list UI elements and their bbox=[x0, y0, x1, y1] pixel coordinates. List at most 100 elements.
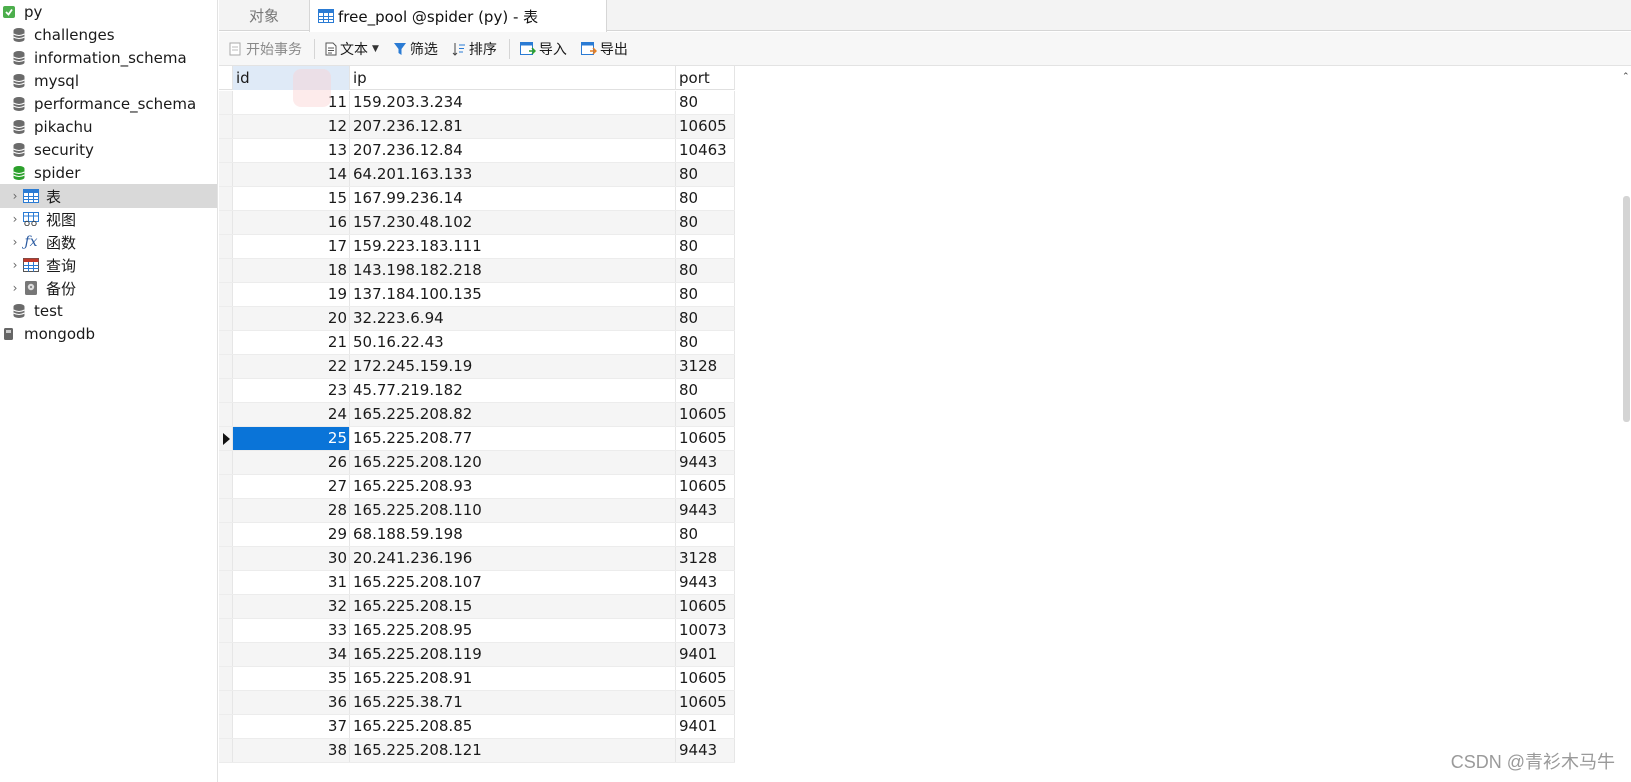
tree-node-backups[interactable]: › 备份 bbox=[0, 276, 217, 300]
cell-id[interactable]: 21 bbox=[233, 331, 350, 354]
row-selector[interactable] bbox=[219, 475, 233, 498]
cell-ip[interactable]: 165.225.208.91 bbox=[350, 667, 676, 690]
cell-port[interactable]: 80 bbox=[676, 283, 735, 306]
table-row[interactable]: 16 157.230.48.102 80 bbox=[219, 211, 735, 235]
cell-port[interactable]: 10605 bbox=[676, 475, 735, 498]
tab-objects[interactable]: 对象 bbox=[219, 0, 309, 31]
tree-connection-py[interactable]: py bbox=[0, 0, 217, 24]
cell-port[interactable]: 80 bbox=[676, 307, 735, 330]
table-row[interactable]: 26 165.225.208.120 9443 bbox=[219, 451, 735, 475]
cell-port[interactable]: 3128 bbox=[676, 547, 735, 570]
table-row[interactable]: 13 207.236.12.84 10463 bbox=[219, 139, 735, 163]
table-row[interactable]: 12 207.236.12.81 10605 bbox=[219, 115, 735, 139]
cell-ip[interactable]: 32.223.6.94 bbox=[350, 307, 676, 330]
cell-id[interactable]: 25 bbox=[233, 427, 350, 450]
tree-connection-mongodb[interactable]: mongodb bbox=[0, 322, 217, 346]
row-selector[interactable] bbox=[219, 187, 233, 210]
row-selector[interactable] bbox=[219, 499, 233, 522]
cell-id[interactable]: 31 bbox=[233, 571, 350, 594]
row-selector[interactable] bbox=[219, 547, 233, 570]
row-selector[interactable] bbox=[219, 427, 233, 450]
cell-id[interactable]: 14 bbox=[233, 163, 350, 186]
tree-node-functions[interactable]: › ƒx 函数 bbox=[0, 230, 217, 254]
chevron-right-icon[interactable]: › bbox=[8, 189, 22, 203]
cell-ip[interactable]: 143.198.182.218 bbox=[350, 259, 676, 282]
table-row[interactable]: 28 165.225.208.110 9443 bbox=[219, 499, 735, 523]
cell-id[interactable]: 28 bbox=[233, 499, 350, 522]
column-header-id[interactable]: id bbox=[233, 66, 350, 90]
cell-port[interactable]: 80 bbox=[676, 235, 735, 258]
sort-button[interactable]: 排序 bbox=[448, 37, 501, 61]
cell-port[interactable]: 10463 bbox=[676, 139, 735, 162]
row-selector[interactable] bbox=[219, 115, 233, 138]
cell-port[interactable]: 10605 bbox=[676, 691, 735, 714]
cell-ip[interactable]: 45.77.219.182 bbox=[350, 379, 676, 402]
text-view-button[interactable]: 文本 ▼ bbox=[321, 37, 383, 61]
cell-ip[interactable]: 165.225.208.120 bbox=[350, 451, 676, 474]
import-button[interactable]: 导入 bbox=[516, 37, 571, 61]
table-row[interactable]: 27 165.225.208.93 10605 bbox=[219, 475, 735, 499]
row-selector[interactable] bbox=[219, 163, 233, 186]
row-selector[interactable] bbox=[219, 739, 233, 762]
tree-db-spider[interactable]: spider bbox=[0, 161, 217, 185]
cell-ip[interactable]: 165.225.208.77 bbox=[350, 427, 676, 450]
table-row[interactable]: 22 172.245.159.19 3128 bbox=[219, 355, 735, 379]
cell-port[interactable]: 10073 bbox=[676, 619, 735, 642]
cell-port[interactable]: 80 bbox=[676, 211, 735, 234]
cell-ip[interactable]: 207.236.12.81 bbox=[350, 115, 676, 138]
cell-port[interactable]: 10605 bbox=[676, 403, 735, 426]
chevron-right-icon[interactable]: › bbox=[8, 212, 22, 226]
column-header-port[interactable]: port bbox=[676, 66, 735, 90]
row-selector[interactable] bbox=[219, 643, 233, 666]
cell-id[interactable]: 37 bbox=[233, 715, 350, 738]
chevron-right-icon[interactable]: › bbox=[8, 235, 22, 249]
cell-port[interactable]: 9401 bbox=[676, 715, 735, 738]
cell-port[interactable]: 80 bbox=[676, 331, 735, 354]
cell-ip[interactable]: 165.225.208.107 bbox=[350, 571, 676, 594]
row-selector[interactable] bbox=[219, 235, 233, 258]
table-row[interactable]: 35 165.225.208.91 10605 bbox=[219, 667, 735, 691]
tree-node-views[interactable]: › 视图 bbox=[0, 207, 217, 231]
tree-db-performance-schema[interactable]: performance_schema bbox=[0, 92, 217, 116]
cell-port[interactable]: 80 bbox=[676, 163, 735, 186]
cell-id[interactable]: 30 bbox=[233, 547, 350, 570]
table-row[interactable]: 18 143.198.182.218 80 bbox=[219, 259, 735, 283]
row-selector[interactable] bbox=[219, 379, 233, 402]
cell-ip[interactable]: 165.225.208.110 bbox=[350, 499, 676, 522]
tree-node-tables[interactable]: › 表 bbox=[0, 184, 217, 208]
row-selector[interactable] bbox=[219, 403, 233, 426]
cell-ip[interactable]: 159.203.3.234 bbox=[350, 91, 676, 114]
cell-id[interactable]: 24 bbox=[233, 403, 350, 426]
tree-db-information-schema[interactable]: information_schema bbox=[0, 46, 217, 70]
row-selector[interactable] bbox=[219, 211, 233, 234]
cell-id[interactable]: 35 bbox=[233, 667, 350, 690]
cell-id[interactable]: 33 bbox=[233, 619, 350, 642]
scroll-up-icon[interactable]: ⌃ bbox=[1622, 72, 1630, 82]
export-button[interactable]: 导出 bbox=[577, 37, 632, 61]
cell-ip[interactable]: 165.225.208.85 bbox=[350, 715, 676, 738]
tab-table-free-pool[interactable]: free_pool @spider (py) - 表 bbox=[309, 0, 607, 32]
row-selector[interactable] bbox=[219, 451, 233, 474]
cell-id[interactable]: 38 bbox=[233, 739, 350, 762]
cell-id[interactable]: 12 bbox=[233, 115, 350, 138]
table-row[interactable]: 24 165.225.208.82 10605 bbox=[219, 403, 735, 427]
table-row[interactable]: 19 137.184.100.135 80 bbox=[219, 283, 735, 307]
row-selector[interactable] bbox=[219, 667, 233, 690]
table-row[interactable]: 34 165.225.208.119 9401 bbox=[219, 643, 735, 667]
vertical-scrollbar[interactable]: ⌃ bbox=[1621, 66, 1631, 782]
cell-ip[interactable]: 20.241.236.196 bbox=[350, 547, 676, 570]
row-selector[interactable] bbox=[219, 139, 233, 162]
cell-port[interactable]: 80 bbox=[676, 379, 735, 402]
tree-db-mysql[interactable]: mysql bbox=[0, 69, 217, 93]
cell-ip[interactable]: 165.225.38.71 bbox=[350, 691, 676, 714]
table-row[interactable]: 23 45.77.219.182 80 bbox=[219, 379, 735, 403]
cell-ip[interactable]: 207.236.12.84 bbox=[350, 139, 676, 162]
cell-id[interactable]: 20 bbox=[233, 307, 350, 330]
cell-ip[interactable]: 165.225.208.15 bbox=[350, 595, 676, 618]
row-selector[interactable] bbox=[219, 523, 233, 546]
cell-ip[interactable]: 165.225.208.95 bbox=[350, 619, 676, 642]
cell-id[interactable]: 32 bbox=[233, 595, 350, 618]
cell-id[interactable]: 36 bbox=[233, 691, 350, 714]
cell-port[interactable]: 9443 bbox=[676, 571, 735, 594]
cell-port[interactable]: 9443 bbox=[676, 739, 735, 762]
